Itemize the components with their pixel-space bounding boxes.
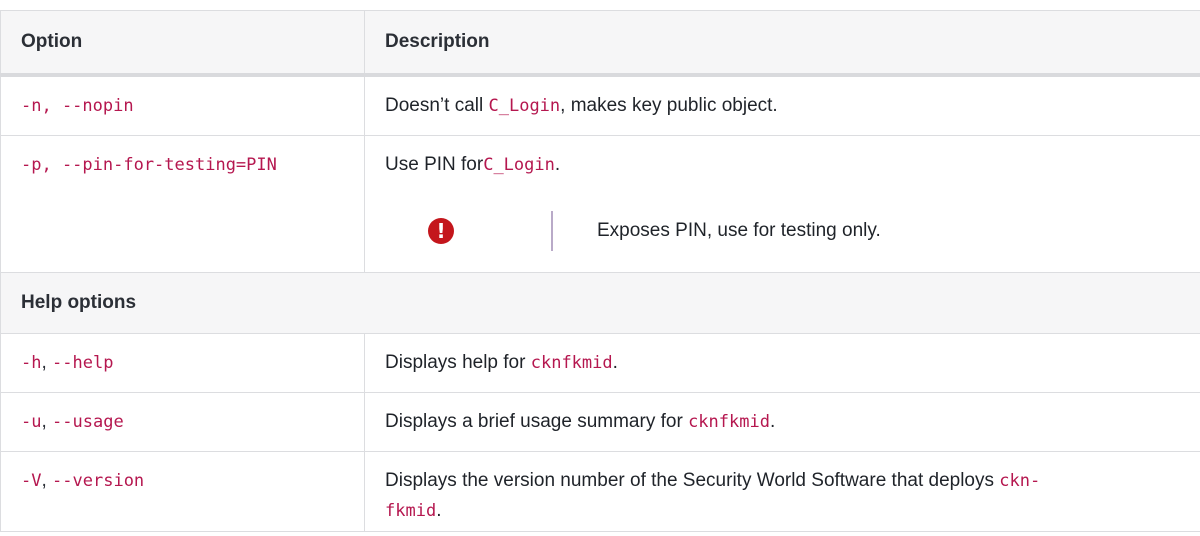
- inline-code: ckn-: [999, 471, 1041, 491]
- column-header-option: Option: [0, 10, 365, 77]
- table-row: -V, --version Displays the version numbe…: [0, 451, 1200, 532]
- table-row: -n, --nopin Doesn’t call C_Login, makes …: [0, 74, 1200, 136]
- option-cell: -p, --pin-for-testing=PIN: [0, 135, 365, 273]
- description-cell: Doesn’t call C_Login, makes key public o…: [364, 74, 1200, 136]
- inline-code: fkmid: [385, 501, 437, 521]
- description-text: , makes key public object.: [560, 95, 778, 116]
- option-cell: -u, --usage: [0, 392, 365, 452]
- option-code: -n, --nopin: [21, 96, 134, 116]
- warning-divider: [551, 211, 553, 251]
- inline-code: cknfkmid: [530, 353, 613, 373]
- options-table: Option Description -n, --nopin Doesn’t c…: [0, 10, 1200, 532]
- option-cell: -V, --version: [0, 451, 365, 532]
- option-separator: ,: [41, 352, 53, 373]
- table-row: -h, --help Displays help for cknfkmid.: [0, 333, 1200, 393]
- description-cell: Displays a brief usage summary for cknfk…: [364, 392, 1200, 452]
- column-header-description: Description: [364, 10, 1200, 77]
- description-text: Use PIN for: [385, 154, 484, 175]
- description-line: Use PIN for C_Login.: [385, 136, 1200, 194]
- table-header-row: Option Description: [0, 10, 1200, 77]
- table-row: -u, --usage Displays a brief usage summa…: [0, 392, 1200, 452]
- option-code: -p, --pin-for-testing=PIN: [21, 155, 277, 175]
- inline-code: cknfkmid: [688, 412, 770, 432]
- section-title: Help options: [0, 272, 1200, 334]
- description-text: Displays help for: [385, 352, 531, 373]
- table-row: -p, --pin-for-testing=PIN Use PIN for C_…: [0, 135, 1200, 273]
- description-cell: Displays the version number of the Secur…: [364, 451, 1200, 532]
- option-code: --usage: [52, 412, 124, 432]
- option-code: --help: [52, 353, 114, 373]
- description-text: Displays a brief usage summary for: [385, 411, 689, 432]
- section-row: Help options: [0, 272, 1200, 334]
- option-code: -u: [21, 412, 42, 432]
- option-separator: ,: [41, 470, 53, 491]
- description-text: Doesn’t call: [385, 95, 489, 116]
- description-text: .: [436, 500, 442, 521]
- inline-code: C_Login: [488, 96, 561, 116]
- description-cell: Use PIN for C_Login. ! Exposes PIN, use …: [364, 135, 1200, 273]
- description-cell: Displays help for cknfkmid.: [364, 333, 1200, 393]
- description-text: .: [769, 411, 776, 432]
- warning-text: Exposes PIN, use for testing only.: [597, 220, 881, 241]
- warning-icon: !: [428, 218, 454, 244]
- description-text: .: [612, 352, 618, 373]
- option-cell: -h, --help: [0, 333, 365, 393]
- option-cell: -n, --nopin: [0, 74, 365, 136]
- warning-admonition: ! Exposes PIN, use for testing only.: [385, 194, 1200, 272]
- option-code: -h: [21, 353, 42, 373]
- option-code: --version: [52, 471, 145, 491]
- option-code: -V: [21, 471, 42, 491]
- options-table-container: Option Description -n, --nopin Doesn’t c…: [0, 0, 1200, 536]
- description-text: Displays the version number of the Secur…: [385, 470, 1000, 491]
- option-separator: ,: [41, 411, 53, 432]
- description-text: .: [554, 154, 561, 175]
- inline-code: C_Login: [483, 155, 555, 175]
